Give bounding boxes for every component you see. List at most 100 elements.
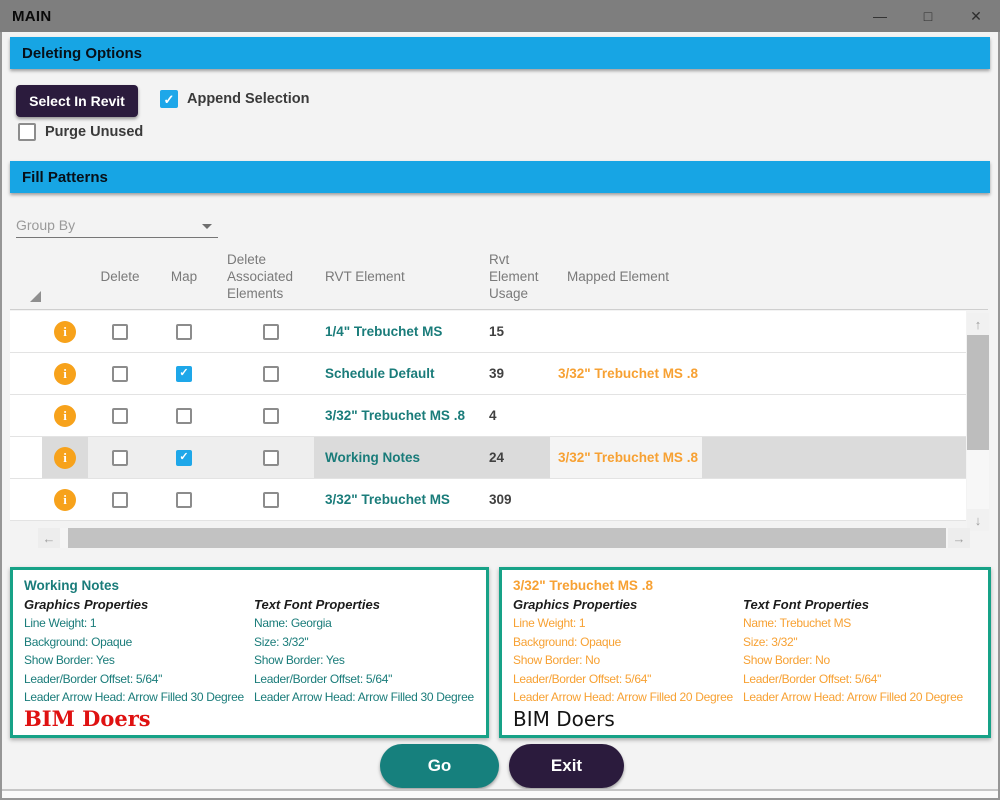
row-expand-cell bbox=[10, 395, 42, 436]
map-cell bbox=[152, 311, 216, 352]
table-row[interactable]: i 3/32" Trebuchet MS .8 4 bbox=[10, 395, 966, 437]
info-icon[interactable]: i bbox=[54, 446, 76, 469]
row-expand-cell bbox=[10, 311, 42, 352]
panel-title: Working Notes bbox=[24, 578, 120, 593]
delete-associated-cell bbox=[216, 311, 314, 352]
append-selection-option[interactable]: ✓ Append Selection bbox=[160, 90, 309, 108]
delete-associated-checkbox[interactable] bbox=[262, 449, 279, 466]
mapped-element-cell bbox=[550, 311, 702, 352]
purge-unused-checkbox[interactable] bbox=[18, 123, 36, 141]
dialog-content: Deleting Options Select In Revit ✓ Appen… bbox=[0, 32, 1000, 800]
close-icon[interactable]: ✕ bbox=[952, 0, 1000, 32]
horizontal-scroll-thumb[interactable] bbox=[68, 528, 946, 548]
select-in-revit-button[interactable]: Select In Revit bbox=[16, 85, 138, 117]
property-line: Show Border: No bbox=[743, 653, 830, 668]
scroll-up-icon[interactable]: ↑ bbox=[967, 313, 989, 335]
property-line: Line Weight: 1 bbox=[513, 616, 586, 630]
info-icon[interactable]: i bbox=[54, 404, 76, 427]
main-window: MAIN — □ ✕ Deleting Options Select In Re… bbox=[0, 0, 1000, 800]
column-header-mapped[interactable]: Mapped Element bbox=[550, 243, 702, 309]
append-selection-checkbox[interactable]: ✓ bbox=[160, 90, 178, 108]
info-icon[interactable]: i bbox=[54, 320, 76, 343]
info-icon[interactable]: i bbox=[54, 488, 76, 511]
delete-checkbox[interactable] bbox=[112, 491, 128, 508]
delete-cell bbox=[88, 311, 152, 352]
exit-button[interactable]: Exit bbox=[509, 744, 624, 788]
scroll-right-icon[interactable]: → bbox=[948, 528, 970, 548]
delete-checkbox[interactable] bbox=[112, 323, 128, 340]
map-checkbox[interactable]: ✓ bbox=[176, 449, 192, 466]
delete-associated-checkbox[interactable] bbox=[262, 491, 279, 508]
info-icon[interactable]: i bbox=[54, 362, 76, 385]
trailing-cell bbox=[702, 395, 966, 436]
property-line: Leader/Border Offset: 5/64" bbox=[743, 671, 882, 686]
map-checkbox[interactable] bbox=[176, 491, 192, 508]
chevron-down-icon bbox=[202, 224, 212, 229]
column-header-rvt-usage[interactable]: Rvt Element Usage bbox=[472, 243, 550, 309]
map-checkbox[interactable] bbox=[176, 323, 192, 340]
map-checkbox[interactable] bbox=[176, 407, 192, 424]
column-header-map[interactable]: Map bbox=[152, 243, 216, 309]
property-line: Leader/Border Offset: 5/64" bbox=[24, 671, 163, 686]
property-line: Line Weight: 1 bbox=[24, 616, 97, 630]
sort-triangle-icon[interactable] bbox=[30, 291, 41, 302]
delete-associated-checkbox[interactable] bbox=[262, 323, 279, 340]
rvt-usage-cell: 15 bbox=[489, 324, 505, 339]
map-checkbox[interactable]: ✓ bbox=[176, 365, 192, 382]
rvt-element-cell: Schedule Default bbox=[325, 366, 435, 381]
column-header-rvt-element[interactable]: RVT Element bbox=[314, 243, 472, 309]
delete-cell bbox=[88, 479, 152, 520]
group-by-label: Group By bbox=[16, 217, 76, 233]
group-by-dropdown[interactable]: Group By bbox=[16, 212, 218, 238]
property-line: Name: Georgia bbox=[254, 616, 332, 630]
property-line: Leader Arrow Head: Arrow Filled 20 Degre… bbox=[743, 690, 963, 705]
mapped-element-cell: 3/32" Trebuchet MS .8 bbox=[550, 437, 702, 478]
detail-panel-mapped-element: 3/32" Trebuchet MS .8 Graphics Propertie… bbox=[499, 567, 991, 738]
row-expand-cell bbox=[10, 437, 42, 478]
table-row[interactable]: i 1/4" Trebuchet MS 15 bbox=[10, 311, 966, 353]
property-line: Size: 3/32" bbox=[743, 634, 798, 649]
delete-checkbox[interactable] bbox=[112, 365, 128, 382]
footer-strip bbox=[2, 791, 998, 798]
minimize-icon[interactable]: — bbox=[856, 0, 904, 32]
delete-checkbox[interactable] bbox=[112, 407, 128, 424]
horizontal-scrollbar[interactable]: ← → bbox=[38, 528, 970, 548]
go-button[interactable]: Go bbox=[380, 744, 499, 788]
trailing-cell bbox=[702, 353, 966, 394]
fill-patterns-header: Fill Patterns bbox=[10, 161, 990, 193]
rvt-usage-cell: 4 bbox=[489, 408, 497, 423]
mapped-element-cell bbox=[550, 395, 702, 436]
window-controls: — □ ✕ bbox=[856, 0, 1000, 32]
rvt-usage-cell: 39 bbox=[489, 366, 505, 381]
delete-cell bbox=[88, 437, 152, 478]
property-line: Leader Arrow Head: Arrow Filled 20 Degre… bbox=[513, 690, 733, 705]
column-header-delete[interactable]: Delete bbox=[88, 243, 152, 309]
rvt-element-cell: Working Notes bbox=[314, 437, 472, 478]
column-header-delete-associated[interactable]: Delete Associated Elements bbox=[216, 243, 314, 309]
purge-unused-option[interactable]: Purge Unused bbox=[18, 123, 143, 141]
window-title: MAIN bbox=[12, 7, 52, 25]
panel-title: 3/32" Trebuchet MS .8 bbox=[513, 578, 653, 593]
trailing-cell bbox=[702, 311, 966, 352]
rvt-element-cell: 3/32" Trebuchet MS bbox=[325, 492, 450, 507]
property-line: Background: Opaque bbox=[513, 634, 622, 649]
scroll-down-icon[interactable]: ↓ bbox=[967, 509, 989, 531]
table-row[interactable]: i 3/32" Trebuchet MS 309 bbox=[10, 479, 966, 521]
scroll-left-icon[interactable]: ← bbox=[38, 528, 60, 548]
maximize-icon[interactable]: □ bbox=[904, 0, 952, 32]
text-font-properties-heading: Text Font Properties bbox=[743, 597, 869, 612]
delete-cell bbox=[88, 395, 152, 436]
row-expand-cell bbox=[10, 353, 42, 394]
vertical-scroll-thumb[interactable] bbox=[967, 335, 989, 450]
map-cell: ✓ bbox=[152, 437, 216, 478]
table-row[interactable]: i ✓ Schedule Default 39 3/32" Trebuchet MS .… bbox=[10, 353, 966, 395]
delete-associated-cell bbox=[216, 353, 314, 394]
delete-associated-checkbox[interactable] bbox=[262, 365, 279, 382]
table-body: i 1/4" Trebuchet MS 15 i ✓ Schedule Default 39… bbox=[10, 311, 966, 521]
delete-associated-checkbox[interactable] bbox=[262, 407, 279, 424]
table-row[interactable]: i ✓ Working Notes 24 3/32" Trebuchet MS .8 bbox=[10, 437, 966, 479]
rvt-element-cell: 1/4" Trebuchet MS bbox=[325, 324, 443, 339]
delete-checkbox[interactable] bbox=[112, 449, 128, 466]
vertical-scrollbar[interactable]: ↑ ↓ bbox=[967, 313, 989, 531]
row-expand-cell bbox=[10, 479, 42, 520]
